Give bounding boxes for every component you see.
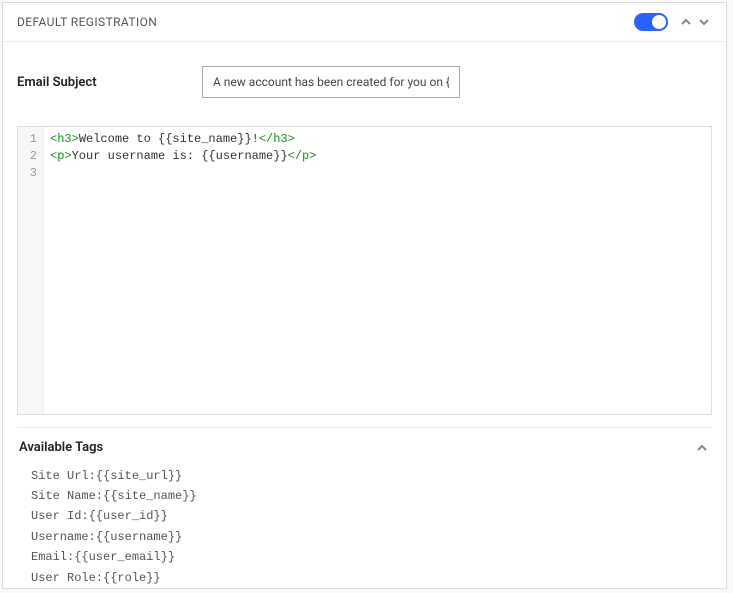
toggle-enabled[interactable] (634, 13, 668, 31)
code-tag: <h3> (50, 132, 79, 146)
gutter-line: 1 (18, 131, 37, 148)
registration-panel: DEFAULT REGISTRATION Email Subject 123 <… (2, 2, 727, 589)
available-tag: User Id:{{user_id}} (31, 506, 712, 526)
available-tag: Username:{{username}} (31, 527, 712, 547)
code-tag: </p> (288, 149, 317, 163)
editor-gutter: 123 (18, 127, 44, 414)
chevron-up-icon (694, 440, 710, 456)
email-subject-row: Email Subject (17, 66, 712, 98)
code-text: Your username is: {{username}} (72, 149, 288, 163)
available-tag: Email:{{user_email}} (31, 547, 712, 567)
available-tags-title: Available Tags (19, 440, 692, 455)
available-tag: Site Name:{{site_name}} (31, 486, 712, 506)
code-tag: </h3> (259, 132, 295, 146)
available-tag: Site Url:{{site_url}} (31, 466, 712, 486)
available-tag: User Role:{{role}} (31, 568, 712, 588)
code-line[interactable]: <h3>Welcome to {{site_name}}!</h3> (50, 131, 705, 148)
code-tag: <p> (50, 149, 72, 163)
available-tags-header[interactable]: Available Tags (17, 428, 712, 464)
email-subject-label: Email Subject (17, 75, 202, 90)
panel-body: Email Subject 123 <h3>Welcome to {{site_… (3, 42, 726, 588)
panel-title: DEFAULT REGISTRATION (17, 15, 634, 29)
code-line[interactable]: <p>Your username is: {{username}}</p> (50, 148, 705, 165)
chevron-down-icon[interactable] (696, 14, 712, 30)
gutter-line: 2 (18, 148, 37, 165)
available-tags-section: Available Tags Site Url:{{site_url}}Site… (17, 427, 712, 588)
panel-header: DEFAULT REGISTRATION (3, 3, 726, 42)
code-text: Welcome to {{site_name}}! (79, 132, 259, 146)
editor-code[interactable]: <h3>Welcome to {{site_name}}!</h3><p>You… (44, 127, 711, 414)
gutter-line: 3 (18, 165, 37, 182)
code-editor[interactable]: 123 <h3>Welcome to {{site_name}}!</h3><p… (17, 126, 712, 415)
available-tags-list: Site Url:{{site_url}}Site Name:{{site_na… (17, 464, 712, 588)
chevron-up-icon[interactable] (678, 14, 694, 30)
toggle-knob (652, 15, 666, 29)
code-line[interactable] (50, 165, 705, 182)
email-subject-input[interactable] (202, 66, 460, 98)
